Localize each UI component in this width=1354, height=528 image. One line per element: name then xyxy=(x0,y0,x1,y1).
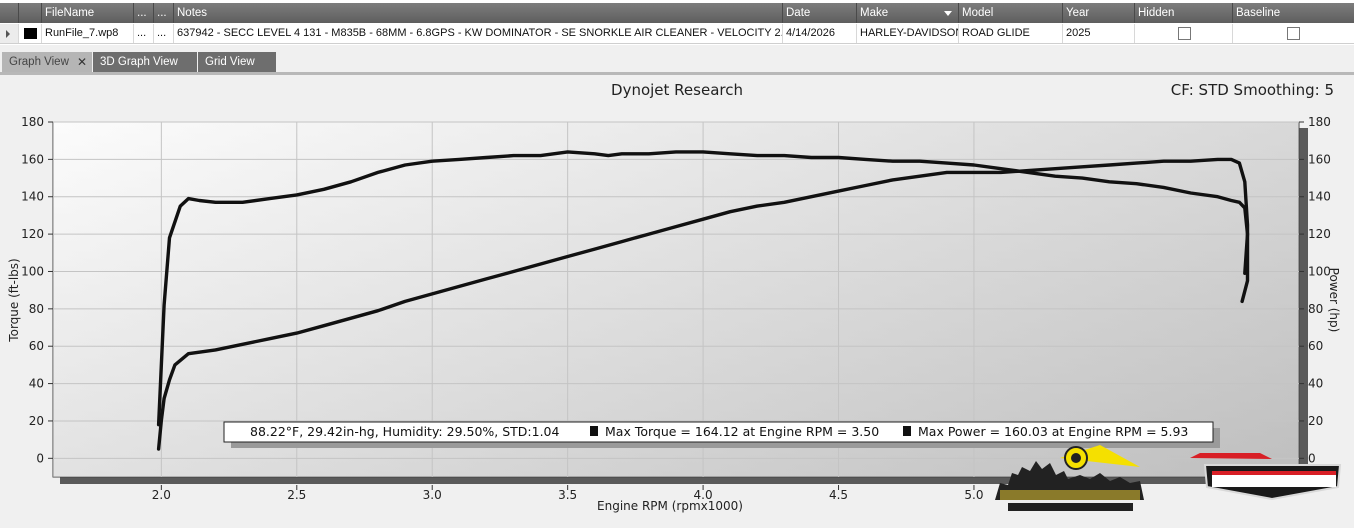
x-tick-label: 5.0 xyxy=(964,488,983,502)
view-tab-bar: Graph View ✕ 3D Graph View Grid View xyxy=(0,50,1354,75)
y-axis-label-right: Power (hp) xyxy=(1327,268,1341,333)
x-tick-label: 2.5 xyxy=(287,488,306,502)
x-tick-label: 3.5 xyxy=(558,488,577,502)
table-row[interactable]: RunFile_7.wp8 ... ... 637942 - SECC LEVE… xyxy=(0,24,1354,44)
cell-date[interactable]: 4/14/2026 xyxy=(783,24,857,43)
dyno-chart: 0 20 40 60 80 100 120 140 160 180 0 20 40 60 80 100 120… xyxy=(0,75,1354,524)
grid-header: FileName ... ... Notes Date Make Model Y… xyxy=(0,3,1354,23)
col-make[interactable]: Make xyxy=(857,3,959,23)
y-tick-label-right: 120 xyxy=(1308,227,1331,241)
y-tick-label-left: 100 xyxy=(21,264,44,278)
col-filename[interactable]: FileName xyxy=(42,3,134,23)
cell-filename[interactable]: RunFile_7.wp8 xyxy=(42,24,134,43)
y-tick-label-right: 80 xyxy=(1308,302,1323,316)
cell-notes[interactable]: 637942 - SECC LEVEL 4 131 - M835B - 68MM… xyxy=(174,24,783,43)
sort-arrow-icon[interactable] xyxy=(944,11,952,16)
legend-swatch-torque xyxy=(590,426,598,436)
y-tick-label-left: 0 xyxy=(36,451,44,465)
col-ellipsis-1[interactable]: ... xyxy=(134,3,154,23)
col-year[interactable]: Year xyxy=(1063,3,1135,23)
tab-graph-view[interactable]: Graph View ✕ xyxy=(2,52,92,72)
info-box: 88.22°F, 29.42in-hg, Humidity: 29.50%, S… xyxy=(223,421,1220,448)
y-tick-label-left: 120 xyxy=(21,227,44,241)
y-tick-label-left: 180 xyxy=(21,115,44,129)
chart-title: Dynojet Research xyxy=(611,81,743,99)
tab-graph-view-label: Graph View xyxy=(9,56,69,68)
cell-ellipsis-2[interactable]: ... xyxy=(154,24,174,43)
info-conditions: 88.22°F, 29.42in-hg, Humidity: 29.50%, S… xyxy=(250,424,560,439)
cell-baseline[interactable] xyxy=(1233,24,1354,43)
info-max-power: Max Power = 160.03 at Engine RPM = 5.93 xyxy=(918,424,1188,439)
col-date[interactable]: Date xyxy=(783,3,857,23)
col-baseline[interactable]: Baseline xyxy=(1233,3,1354,23)
col-notes[interactable]: Notes xyxy=(174,3,783,23)
row-header-corner xyxy=(0,3,19,23)
cell-make[interactable]: HARLEY-DAVIDSON xyxy=(857,24,959,43)
cell-hidden[interactable] xyxy=(1135,24,1233,43)
y-tick-label-right: 180 xyxy=(1308,115,1331,129)
x-axis-label: Engine RPM (rpmx1000) xyxy=(597,499,743,513)
run-color-swatch[interactable] xyxy=(24,28,37,39)
legend-swatch-power xyxy=(903,426,911,436)
y-tick-label-right: 140 xyxy=(1308,190,1331,204)
y-tick-label-right: 20 xyxy=(1308,414,1323,428)
info-max-torque: Max Torque = 164.12 at Engine RPM = 3.50 xyxy=(605,424,879,439)
y-tick-label-left: 20 xyxy=(29,414,44,428)
col-ellipsis-2[interactable]: ... xyxy=(154,3,174,23)
baseline-checkbox[interactable] xyxy=(1287,27,1300,40)
y-tick-label-left: 60 xyxy=(29,339,44,353)
y-tick-label-right: 40 xyxy=(1308,377,1323,391)
col-hidden[interactable]: Hidden xyxy=(1135,3,1233,23)
y-tick-label-right: 60 xyxy=(1308,339,1323,353)
x-tick-label: 2.0 xyxy=(152,488,171,502)
tab-3d-graph-view[interactable]: 3D Graph View xyxy=(93,52,197,72)
y-tick-label-left: 80 xyxy=(29,302,44,316)
col-model[interactable]: Model xyxy=(959,3,1063,23)
y-tick-label-right: 160 xyxy=(1308,152,1331,166)
x-tick-label: 3.0 xyxy=(423,488,442,502)
cell-model[interactable]: ROAD GLIDE xyxy=(959,24,1063,43)
cell-ellipsis-1[interactable]: ... xyxy=(134,24,154,43)
row-color-cell[interactable] xyxy=(0,24,42,43)
col-make-label: Make xyxy=(860,7,889,19)
y-tick-label-left: 40 xyxy=(29,377,44,391)
run-grid: FileName ... ... Notes Date Make Model Y… xyxy=(0,0,1354,45)
close-icon[interactable]: ✕ xyxy=(77,52,87,72)
chart-header-right: CF: STD Smoothing: 5 xyxy=(1171,81,1334,99)
x-tick-label: 4.5 xyxy=(829,488,848,502)
y-tick-label-left: 140 xyxy=(21,190,44,204)
chart-svg: 020406080100120140160180 020406080100120… xyxy=(0,75,1354,524)
hidden-checkbox[interactable] xyxy=(1178,27,1191,40)
cell-year[interactable]: 2025 xyxy=(1063,24,1135,43)
y-axis-label-left: Torque (ft-lbs) xyxy=(7,258,21,342)
y-tick-label-left: 160 xyxy=(21,152,44,166)
color-column-header xyxy=(19,3,42,23)
tab-grid-view[interactable]: Grid View xyxy=(198,52,276,72)
y-tick-label-right: 0 xyxy=(1308,451,1316,465)
